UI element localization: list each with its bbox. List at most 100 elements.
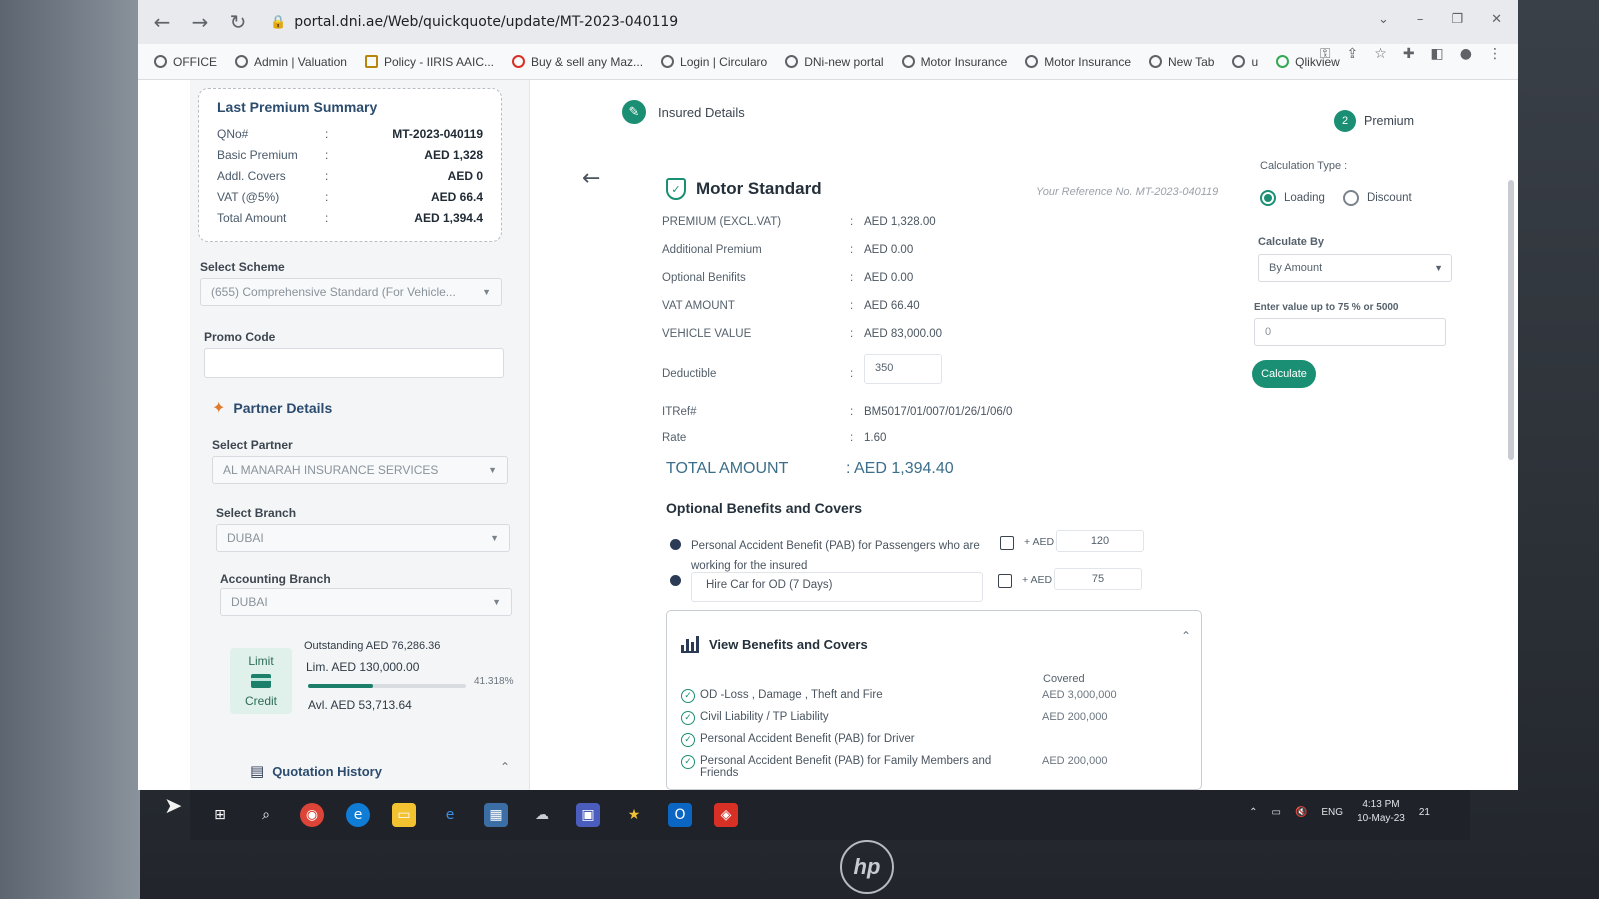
app-icon[interactable]: ◈	[714, 803, 738, 827]
chevron-down-icon[interactable]: ⌄	[1378, 12, 1389, 27]
detail-row: VAT AMOUNT: AED 66.40	[662, 300, 920, 312]
enter-value-input[interactable]: 0	[1254, 318, 1446, 346]
summary-row: Basic Premium: AED 1,328	[217, 147, 483, 162]
bookmark-item[interactable]: Motor Insurance	[1025, 55, 1131, 69]
key-icon[interactable]: ⚿	[1320, 46, 1331, 62]
bookmark-item[interactable]: u	[1232, 55, 1258, 69]
promo-label: Promo Code	[204, 330, 276, 344]
star-icon[interactable]: ☆	[1374, 46, 1387, 62]
network-icon[interactable]: ▭	[1271, 807, 1280, 818]
calc-by-select[interactable]: By Amount ▼	[1258, 254, 1452, 282]
outlook-icon[interactable]: O	[668, 803, 692, 827]
chevron-up-icon[interactable]: ⌃	[1249, 807, 1257, 818]
system-tray: ⌃ ▭ 🔇 ENG 4:13 PM 10-May-23 21	[1249, 798, 1430, 826]
app-icon[interactable]: ▦	[484, 803, 508, 827]
benefit-row: ✓ Personal Accident Benefit (PAB) for Fam…	[681, 755, 1107, 779]
document-icon: ▤	[250, 762, 265, 780]
check-circle-icon: ✓	[681, 733, 695, 747]
outstanding-amount: Outstanding AED 76,286.36	[304, 640, 441, 652]
chevron-up-icon[interactable]: ⌃	[500, 760, 510, 774]
benefit-row: ✓ Personal Accident Benefit (PAB) for Dri…	[681, 733, 1042, 747]
step-insured-details[interactable]: ✎ Insured Details	[622, 100, 745, 124]
share-icon[interactable]: ⇪	[1347, 46, 1359, 62]
summary-title: Last Premium Summary	[217, 99, 378, 115]
bookmark-item[interactable]: Admin | Valuation	[235, 55, 347, 69]
scheme-select[interactable]: (655) Comprehensive Standard (For Vehicl…	[200, 278, 502, 306]
omnibox[interactable]: 🔒 portal.dni.ae/Web/quickquote/update/MT…	[270, 14, 678, 30]
reference-number: Your Reference No. MT-2023-040119	[1036, 186, 1219, 198]
extension-icons: ⚿ ⇪ ☆ ✚ ◧ ● ⋮	[1320, 46, 1502, 62]
bookmark-item[interactable]: DNi-new portal	[785, 55, 884, 69]
deductible-input[interactable]: 350	[864, 354, 942, 384]
clock[interactable]: 4:13 PM 10-May-23	[1357, 798, 1405, 826]
page-scrollbar[interactable]	[1508, 180, 1514, 460]
check-circle-icon: ✓	[681, 689, 695, 703]
close-icon[interactable]: ✕	[1491, 12, 1502, 27]
restore-icon[interactable]: ❐	[1451, 12, 1463, 27]
radio-selected-icon	[1260, 190, 1276, 206]
minimize-icon[interactable]: –	[1417, 12, 1424, 27]
back-icon[interactable]: ←	[150, 10, 174, 34]
bookmark-item[interactable]: OFFICE	[154, 55, 217, 69]
forward-icon[interactable]: →	[188, 10, 212, 34]
product-title: ✓ Motor Standard	[666, 178, 822, 200]
branch-select[interactable]: DUBAI ▼	[216, 524, 510, 552]
language-indicator[interactable]: ENG	[1321, 807, 1343, 818]
chrome-icon[interactable]: ◉	[300, 803, 324, 827]
edge-icon[interactable]: e	[346, 803, 370, 827]
sidepanel-icon[interactable]: ◧	[1431, 46, 1444, 62]
star-app-icon[interactable]: ★	[622, 803, 646, 827]
profile-icon[interactable]: ●	[1460, 46, 1472, 62]
windows-taskbar: ⊞ ⌕ ◉ e ▭ e ▦ ☁ ▣ ★ O ◈ ⌃ ▭ 🔇 ENG 4:13 P…	[190, 790, 1470, 840]
chevron-down-icon: ▼	[1434, 263, 1443, 273]
url-text[interactable]: portal.dni.ae/Web/quickquote/update/MT-2…	[294, 14, 678, 30]
radio-loading[interactable]: Loading	[1260, 190, 1325, 206]
bookmark-item[interactable]: Policy - IIRIS AAIC...	[364, 55, 494, 69]
mouse-cursor-icon: ➤	[164, 794, 183, 819]
bookmark-item[interactable]: Motor Insurance	[901, 55, 1007, 69]
hire-car-amount: 75	[1054, 568, 1142, 590]
teams-icon[interactable]: ▣	[576, 803, 600, 827]
step-premium[interactable]: 2 Premium	[1334, 110, 1414, 132]
radio-discount[interactable]: Discount	[1342, 190, 1412, 206]
bookmark-item[interactable]: Login | Circularo	[661, 55, 767, 69]
covered-header: Covered	[1043, 673, 1085, 685]
bookmark-item[interactable]: Buy & sell any Maz...	[511, 55, 643, 69]
app-icon[interactable]: ☁	[530, 803, 554, 827]
chevron-up-icon[interactable]: ⌃	[1181, 629, 1191, 643]
check-circle-icon: ✓	[681, 755, 695, 769]
calculate-button[interactable]: Calculate	[1252, 360, 1316, 388]
quotation-history-toggle[interactable]: ▤ Quotation History	[250, 762, 382, 780]
notification-badge[interactable]: 21	[1419, 807, 1430, 818]
puzzle-icon[interactable]: ✚	[1403, 46, 1415, 62]
reload-icon[interactable]: ↻	[226, 10, 250, 34]
bookmark-item[interactable]: New Tab	[1149, 55, 1214, 69]
menu-icon[interactable]: ⋮	[1488, 46, 1502, 62]
flame-icon	[511, 55, 525, 68]
aed-prefix: + AED	[1024, 536, 1055, 548]
calc-type-label: Calculation Type :	[1260, 160, 1348, 172]
detail-row: Optional Benifits: AED 0.00	[662, 272, 914, 284]
internet-explorer-icon[interactable]: e	[438, 803, 462, 827]
file-explorer-icon[interactable]: ▭	[392, 803, 416, 827]
aed-prefix: + AED	[1022, 574, 1053, 586]
web-page: Last Premium Summary QNo#: MT-2023-040119…	[138, 80, 1518, 790]
view-benefits-toggle[interactable]: View Benefits and Covers	[681, 635, 868, 653]
hire-car-checkbox[interactable]	[998, 574, 1012, 588]
pab-checkbox[interactable]	[1000, 536, 1014, 550]
benefits-panel: View Benefits and Covers ⌃ Covered ✓ OD -…	[666, 610, 1202, 790]
window-controls: ⌄ – ❐ ✕	[1378, 12, 1502, 27]
globe-icon	[1232, 55, 1246, 68]
back-arrow-icon[interactable]: ←	[582, 166, 600, 191]
bookmarks-bar: OFFICE Admin | Valuation Policy - IIRIS …	[138, 44, 1518, 80]
calc-type-radio-group: Loading Discount	[1260, 190, 1412, 206]
accounting-branch-select[interactable]: DUBAI ▼	[220, 588, 512, 616]
volume-icon[interactable]: 🔇	[1295, 807, 1307, 818]
partner-select[interactable]: AL MANARAH INSURANCE SERVICES ▼	[212, 456, 508, 484]
windows-start-icon[interactable]: ⊞	[208, 803, 232, 827]
benefit-row: ✓ OD -Loss , Damage , Theft and Fire AED 3…	[681, 689, 1117, 703]
credit-card-icon	[251, 674, 271, 688]
promo-code-input[interactable]	[204, 348, 504, 378]
building-icon	[364, 55, 378, 68]
search-icon[interactable]: ⌕	[254, 803, 278, 827]
